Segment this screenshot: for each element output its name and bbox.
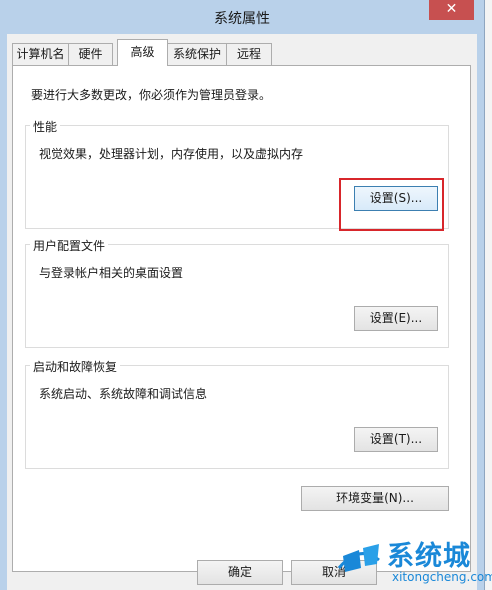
tab-remote[interactable]: 远程 xyxy=(226,43,272,65)
startup-recovery-description: 系统启动、系统故障和调试信息 xyxy=(39,387,208,401)
system-properties-window: 系统属性 ✕ 计算机名 硬件 高级 系统保护 远程 要进行大多数更改，你必须作为… xyxy=(0,0,485,590)
annotation-highlight-box xyxy=(339,178,444,231)
user-profiles-settings-button[interactable]: 设置(E)... xyxy=(354,306,438,331)
startup-recovery-group: 启动和故障恢复 系统启动、系统故障和调试信息 设置(T)... xyxy=(25,358,449,469)
tab-system-protection[interactable]: 系统保护 xyxy=(167,43,227,65)
watermark-logo-icon xyxy=(337,544,380,572)
tab-computer-name[interactable]: 计算机名 xyxy=(12,43,69,65)
ok-button[interactable]: 确定 xyxy=(197,560,283,585)
admin-note: 要进行大多数更改，你必须作为管理员登录。 xyxy=(31,88,272,102)
watermark: 系统城 xitongcheng.com xyxy=(330,530,492,590)
title-bar[interactable]: 系统属性 ✕ xyxy=(0,0,484,34)
watermark-url: xitongcheng.com xyxy=(392,570,492,584)
close-button[interactable]: ✕ xyxy=(429,0,474,20)
advanced-tab-panel: 要进行大多数更改，你必须作为管理员登录。 性能 视觉效果，处理器计划，内存使用，… xyxy=(12,65,471,572)
startup-recovery-group-label: 启动和故障恢复 xyxy=(30,358,121,375)
user-profiles-group-label: 用户配置文件 xyxy=(30,237,109,254)
environment-variables-button[interactable]: 环境变量(N)... xyxy=(301,486,449,511)
dialog-client-area: 计算机名 硬件 高级 系统保护 远程 要进行大多数更改，你必须作为管理员登录。 … xyxy=(7,34,477,590)
watermark-text: 系统城 xyxy=(387,541,471,572)
startup-recovery-settings-button[interactable]: 设置(T)... xyxy=(354,427,438,452)
performance-description: 视觉效果，处理器计划，内存使用，以及虚拟内存 xyxy=(39,147,304,161)
user-profiles-group: 用户配置文件 与登录帐户相关的桌面设置 设置(E)... xyxy=(25,237,449,348)
performance-group-label: 性能 xyxy=(30,118,61,135)
background-window-strip xyxy=(485,0,492,590)
window-title: 系统属性 xyxy=(214,11,270,27)
user-profiles-description: 与登录帐户相关的桌面设置 xyxy=(39,266,184,280)
tab-hardware[interactable]: 硬件 xyxy=(68,43,113,65)
tab-advanced[interactable]: 高级 xyxy=(117,39,168,66)
